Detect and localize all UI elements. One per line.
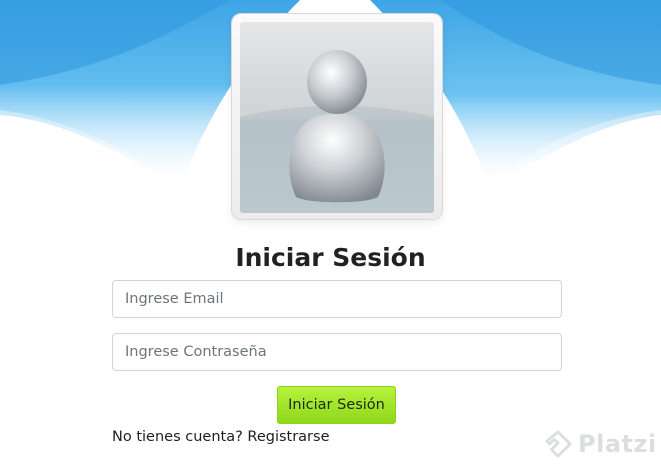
page-title: Iniciar Sesión <box>235 243 426 272</box>
platzi-wordmark: Platzi <box>578 430 657 458</box>
platzi-watermark: Platzi <box>544 426 657 462</box>
register-prompt-line: No tienes cuenta? Registrarse <box>112 427 330 447</box>
user-avatar-icon <box>240 22 434 213</box>
register-link[interactable]: Registrarse <box>247 429 329 445</box>
email-field[interactable] <box>112 280 562 318</box>
register-prompt-text: No tienes cuenta? <box>112 429 243 445</box>
password-field[interactable] <box>112 333 562 371</box>
user-avatar-frame <box>232 14 442 219</box>
login-button[interactable]: Iniciar Sesión <box>277 386 396 424</box>
platzi-logo-icon <box>545 430 572 458</box>
